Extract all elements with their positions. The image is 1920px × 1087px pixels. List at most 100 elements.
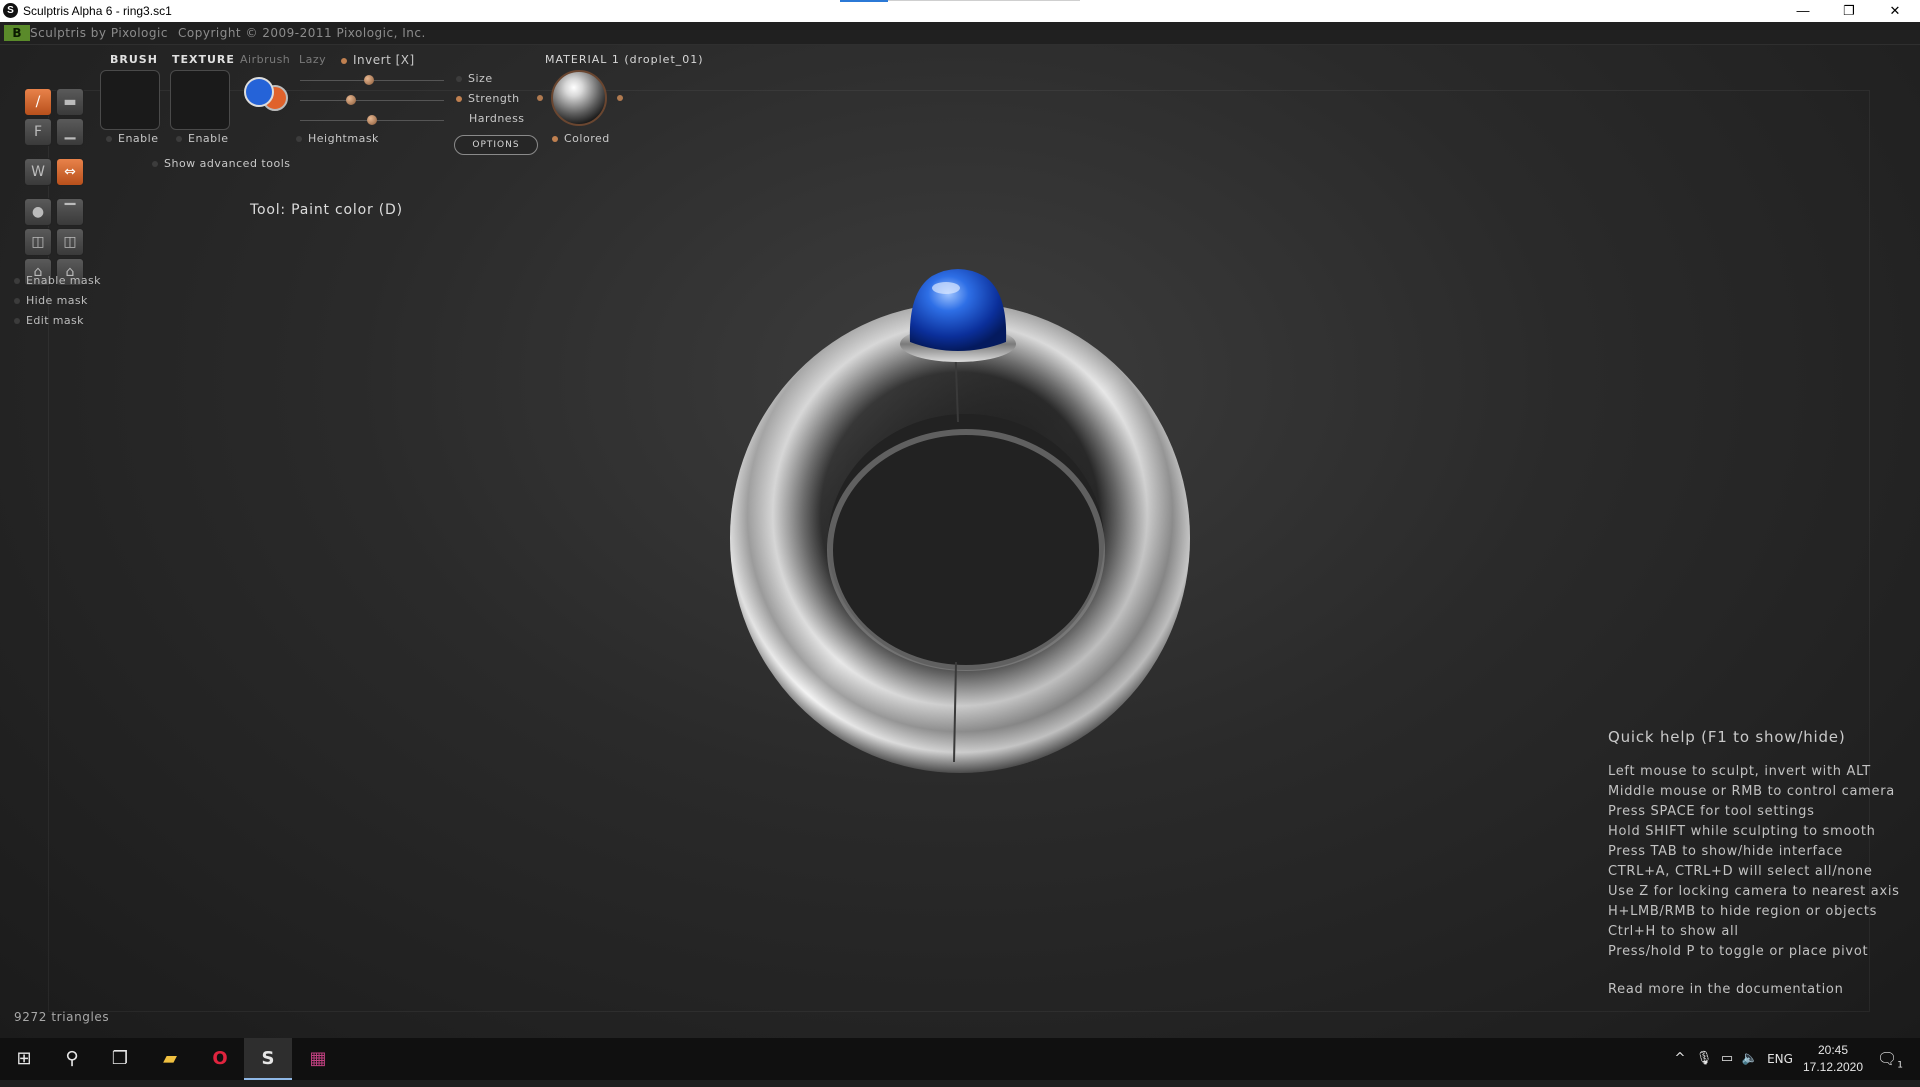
- notification-count: 1: [1897, 1060, 1904, 1071]
- smooth-icon[interactable]: ▁: [56, 118, 84, 146]
- minimize-button[interactable]: —: [1780, 0, 1826, 22]
- clock-time: 20:45: [1817, 1043, 1849, 1057]
- file-explorer-icon[interactable]: ▰: [146, 1038, 194, 1080]
- rotate-icon[interactable]: ◫: [56, 228, 84, 256]
- quick-help-line: Press TAB to show/hide interface: [1608, 844, 1843, 859]
- size-radio[interactable]: [456, 76, 462, 82]
- strength-radio[interactable]: [456, 96, 462, 102]
- heightmask-radio[interactable]: [296, 136, 302, 142]
- hide-mask-option[interactable]: Hide mask: [14, 294, 88, 307]
- lazy-option[interactable]: Lazy: [299, 53, 326, 66]
- notification-center-icon[interactable]: 🗨1: [1872, 1038, 1908, 1080]
- texture-enable-label: Enable: [188, 132, 229, 145]
- current-tool-label: Tool: Paint color (D): [250, 202, 403, 218]
- grab-icon[interactable]: ◫: [24, 228, 52, 256]
- quick-help-line: Press SPACE for tool settings: [1608, 804, 1815, 819]
- quick-help-line: Ctrl+H to show all: [1608, 924, 1739, 939]
- enable-mask-radio[interactable]: [14, 278, 20, 284]
- search-icon[interactable]: ⚲: [48, 1038, 96, 1080]
- airbrush-option[interactable]: Airbrush: [240, 53, 290, 66]
- sculptris-logo: B: [4, 25, 30, 41]
- material-prev-icon[interactable]: [537, 95, 543, 101]
- triangle-count: 9272 triangles: [14, 1010, 110, 1024]
- flatten-icon[interactable]: F: [24, 118, 52, 146]
- quick-help-title: Quick help (F1 to show/hide): [1608, 728, 1846, 746]
- restore-button[interactable]: ❐: [1826, 0, 1872, 22]
- material-next-icon[interactable]: [617, 95, 623, 101]
- invert-option[interactable]: Invert [X]: [341, 53, 415, 67]
- material-preview[interactable]: [551, 70, 607, 126]
- clock-date: 17.12.2020: [1802, 1060, 1864, 1074]
- opera-icon[interactable]: O: [196, 1038, 244, 1080]
- colored-option[interactable]: Colored: [552, 132, 610, 145]
- texture-enable-radio[interactable]: [176, 136, 182, 142]
- texture-enable-option[interactable]: Enable: [176, 132, 228, 145]
- invert-radio[interactable]: [341, 57, 347, 64]
- edit-mask-option[interactable]: Edit mask: [14, 314, 84, 327]
- strength-option[interactable]: Strength: [456, 92, 520, 105]
- sculpt-viewport[interactable]: B Sculptris by Pixologic Copyright © 200…: [0, 22, 1920, 1038]
- quick-help-line: Hold SHIFT while sculpting to smooth: [1608, 824, 1876, 839]
- material-title: MATERIAL 1 (droplet_01): [545, 53, 704, 66]
- windows-start-icon[interactable]: ⊞: [0, 1038, 48, 1080]
- show-advanced-radio[interactable]: [152, 161, 158, 167]
- brush-enable-label: Enable: [118, 132, 159, 145]
- primary-color-swatch[interactable]: [244, 77, 274, 107]
- inflate-icon[interactable]: ▬: [56, 88, 84, 116]
- brush-alpha-slot[interactable]: [100, 70, 160, 130]
- size-option[interactable]: Size: [456, 72, 493, 85]
- quick-help-line: Use Z for locking camera to nearest axis: [1608, 884, 1900, 899]
- size-slider-knob[interactable]: [364, 75, 374, 85]
- app-header: B Sculptris by Pixologic Copyright © 200…: [0, 22, 1920, 45]
- options-button[interactable]: OPTIONS: [454, 135, 538, 155]
- window-title: Sculptris Alpha 6 - ring3.sc1: [23, 4, 172, 18]
- quick-help-line: Middle mouse or RMB to control camera: [1608, 784, 1895, 799]
- texture-header: TEXTURE: [172, 53, 235, 66]
- sculptris-taskbar-icon[interactable]: S: [244, 1038, 292, 1080]
- draw-brush-icon[interactable]: /: [24, 88, 52, 116]
- strength-slider-knob[interactable]: [346, 95, 356, 105]
- quick-help-panel: Quick help (F1 to show/hide) Left mouse …: [1608, 728, 1908, 997]
- hide-mask-radio[interactable]: [14, 298, 20, 304]
- volume-icon[interactable]: 🔈: [1740, 1038, 1760, 1080]
- heightmask-label: Heightmask: [308, 132, 379, 145]
- heightmask-option[interactable]: Heightmask: [296, 132, 379, 145]
- plane-icon[interactable]: ▔: [56, 198, 84, 226]
- enable-mask-option[interactable]: Enable mask: [14, 274, 101, 287]
- crease-icon[interactable]: W: [24, 158, 52, 186]
- brush-enable-radio[interactable]: [106, 136, 112, 142]
- quick-help-line: Left mouse to sculpt, invert with ALT: [1608, 764, 1871, 779]
- language-indicator[interactable]: ENG: [1764, 1038, 1796, 1080]
- brush-enable-option[interactable]: Enable: [106, 132, 158, 145]
- sculptris-app-icon: S: [3, 3, 18, 18]
- quick-help-lines: Left mouse to sculpt, invert with ALT Mid…: [1608, 762, 1908, 962]
- edit-mask-label: Edit mask: [26, 314, 84, 327]
- tray-chevron-icon[interactable]: ^: [1670, 1038, 1690, 1080]
- title-divider-line: [888, 0, 1080, 1]
- title-accent-line: [840, 0, 888, 2]
- symmetry-icon[interactable]: ⇔: [56, 158, 84, 186]
- network-icon[interactable]: ▭: [1716, 1038, 1738, 1080]
- windows-taskbar: ⊞ ⚲ ❐ ▰ O S ▦ ^ 🎙 ▭ 🔈 ENG 20:45 17.12.20…: [0, 1038, 1920, 1080]
- colored-label: Colored: [564, 132, 610, 145]
- show-advanced-label: Show advanced tools: [164, 157, 291, 170]
- edit-mask-radio[interactable]: [14, 318, 20, 324]
- invert-label: Invert [X]: [353, 53, 415, 67]
- hardness-slider-knob[interactable]: [367, 115, 377, 125]
- colored-radio[interactable]: [552, 136, 558, 142]
- sphere-icon[interactable]: ●: [24, 198, 52, 226]
- quick-help-line: CTRL+A, CTRL+D will select all/none: [1608, 864, 1873, 879]
- copyright-text: Copyright © 2009-2011 Pixologic, Inc.: [178, 26, 426, 40]
- hardness-label: Hardness: [469, 112, 525, 125]
- documentation-link[interactable]: Read more in the documentation: [1608, 982, 1908, 997]
- texture-slot[interactable]: [170, 70, 230, 130]
- ring-model[interactable]: [700, 232, 1220, 782]
- microphone-icon[interactable]: 🎙: [1694, 1038, 1714, 1080]
- strength-slider-track[interactable]: [300, 100, 444, 101]
- show-advanced-tools-option[interactable]: Show advanced tools: [152, 157, 290, 170]
- clock[interactable]: 20:45 17.12.2020: [1798, 1042, 1868, 1076]
- winrar-icon[interactable]: ▦: [294, 1038, 342, 1080]
- size-label: Size: [468, 72, 493, 85]
- close-button[interactable]: ✕: [1872, 0, 1918, 22]
- task-view-icon[interactable]: ❐: [96, 1038, 144, 1080]
